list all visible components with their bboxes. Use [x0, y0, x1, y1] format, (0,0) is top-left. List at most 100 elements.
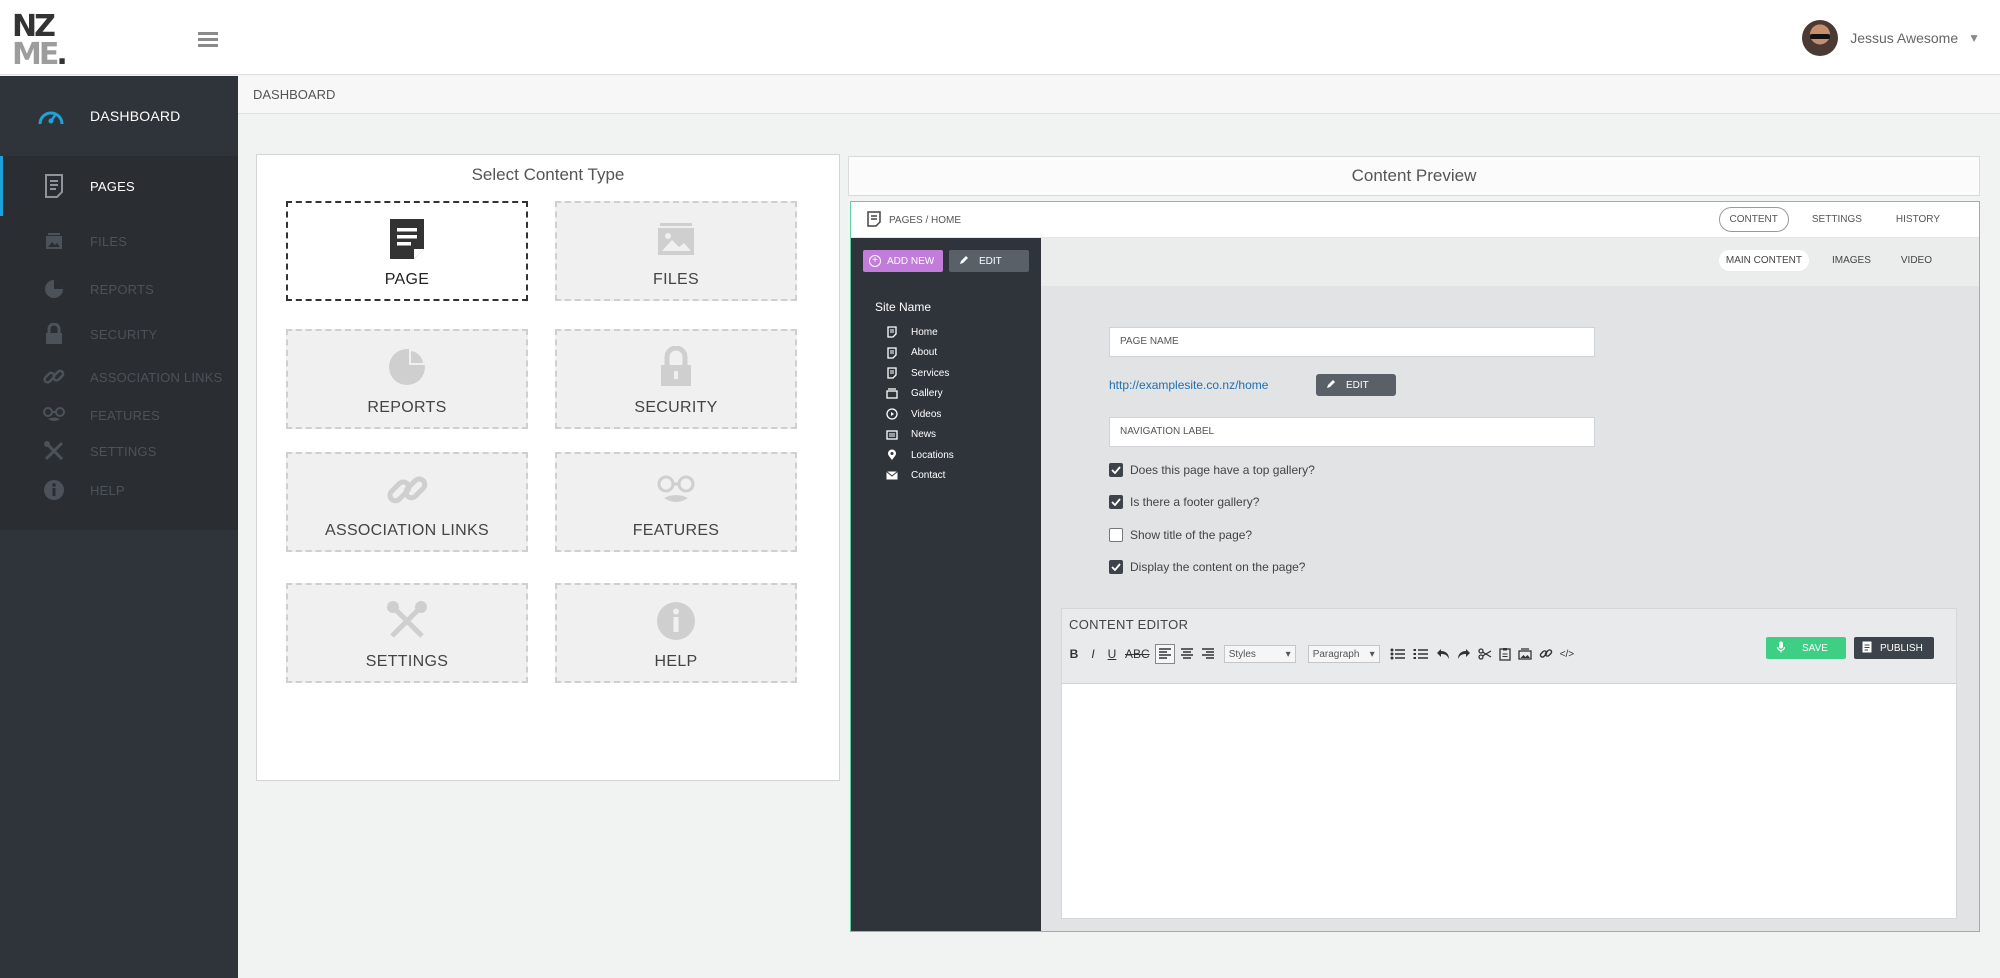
site-item-locations[interactable]: Locations	[885, 445, 954, 466]
page-name-field[interactable]: PAGE NAME	[1109, 327, 1595, 357]
image-gallery-icon	[885, 387, 899, 401]
preview-top-bar: PAGES / HOME CONTENT SETTINGS HISTORY	[851, 202, 1979, 238]
page-url-link[interactable]: http://examplesite.co.nz/home	[1109, 378, 1268, 392]
sidebar-item-reports[interactable]: REPORTS	[0, 266, 238, 312]
breadcrumb-label[interactable]: DASHBOARD	[253, 87, 335, 102]
sidebar-item-dashboard[interactable]: DASHBOARD	[0, 76, 238, 156]
tile-features[interactable]: FEATURES	[555, 452, 797, 552]
edit-site-button[interactable]: EDIT	[949, 250, 1029, 272]
site-item-services[interactable]: Services	[885, 363, 954, 384]
redo-icon[interactable]	[1455, 644, 1473, 664]
site-item-label: News	[911, 429, 937, 441]
align-right-icon[interactable]	[1199, 644, 1217, 664]
insert-image-icon[interactable]	[1516, 644, 1534, 664]
check-display-content[interactable]: Display the content on the page?	[1109, 560, 1305, 574]
sidebar-item-pages[interactable]: PAGES	[0, 156, 238, 216]
sidebar-item-label: SECURITY	[90, 326, 158, 342]
sidebar-item-security[interactable]: SECURITY	[0, 312, 238, 356]
pie-chart-icon	[385, 345, 429, 389]
paragraph-select[interactable]: Paragraph ▾	[1307, 645, 1380, 663]
tile-files[interactable]: FILES	[555, 201, 797, 301]
editor-text-area[interactable]	[1062, 683, 1956, 918]
sidebar-item-features[interactable]: FEATURES	[0, 398, 238, 432]
nzme-logo[interactable]: NZ ME.	[12, 12, 72, 70]
strikethrough-button[interactable]: ABC	[1123, 644, 1152, 664]
content-preview: PAGES / HOME CONTENT SETTINGS HISTORY + …	[850, 201, 1980, 932]
site-item-videos[interactable]: Videos	[885, 404, 954, 425]
user-menu[interactable]: Jessus Awesome ▼	[1802, 20, 1980, 56]
tile-settings[interactable]: SETTINGS	[286, 583, 528, 683]
tile-association-links[interactable]: ASSOCIATION LINKS	[286, 452, 528, 552]
link-icon	[385, 468, 429, 512]
tab-history[interactable]: HISTORY	[1885, 207, 1951, 232]
tile-help[interactable]: HELP	[555, 583, 797, 683]
undo-icon[interactable]	[1434, 644, 1452, 664]
source-code-icon[interactable]: </>	[1558, 644, 1576, 664]
content-subtabs-bar: MAIN CONTENT IMAGES VIDEO	[1041, 238, 1979, 286]
tab-content[interactable]: CONTENT	[1718, 207, 1789, 232]
site-item-home[interactable]: Home	[885, 322, 954, 343]
site-tree-sidebar: + ADD NEW EDIT Site Name Home About Serv…	[851, 238, 1041, 931]
page-icon	[385, 217, 429, 261]
site-item-contact[interactable]: Contact	[885, 466, 954, 487]
save-button[interactable]: SAVE	[1766, 637, 1846, 659]
subtab-images[interactable]: IMAGES	[1825, 250, 1878, 271]
align-center-icon[interactable]	[1178, 644, 1196, 664]
chevron-down-icon: ▾	[1285, 648, 1291, 660]
chevron-down-icon[interactable]: ▼	[1968, 31, 1980, 45]
image-gallery-icon	[42, 229, 66, 253]
align-left-icon[interactable]	[1154, 644, 1175, 664]
tile-label: ASSOCIATION LINKS	[325, 522, 489, 539]
subtab-video[interactable]: VIDEO	[1894, 250, 1939, 271]
sidebar-item-label: PAGES	[90, 178, 135, 194]
sidebar-item-association-links[interactable]: ASSOCIATION LINKS	[0, 356, 238, 398]
insert-link-icon[interactable]	[1537, 644, 1555, 664]
tile-page[interactable]: PAGE	[286, 201, 528, 301]
site-item-gallery[interactable]: Gallery	[885, 384, 954, 405]
tile-reports[interactable]: REPORTS	[286, 329, 528, 429]
publish-button[interactable]: PUBLISH	[1854, 637, 1934, 659]
content-subtabs: MAIN CONTENT IMAGES VIDEO	[1703, 250, 1939, 271]
checkbox-checked[interactable]	[1109, 463, 1123, 477]
user-name: Jessus Awesome	[1850, 30, 1959, 46]
add-new-button[interactable]: + ADD NEW	[863, 250, 943, 272]
sidebar-item-label: ASSOCIATION LINKS	[90, 369, 223, 385]
dashboard-gauge-icon	[36, 101, 66, 131]
numbered-list-icon[interactable]	[1411, 644, 1431, 664]
preview-breadcrumb-text[interactable]: PAGES / HOME	[889, 215, 961, 226]
tile-label: FEATURES	[632, 522, 720, 539]
sidebar-item-help[interactable]: HELP	[0, 470, 238, 510]
italic-button[interactable]: I	[1085, 644, 1101, 664]
tab-settings[interactable]: SETTINGS	[1801, 207, 1873, 232]
edit-url-label: EDIT	[1346, 379, 1369, 391]
logo-text-me: ME	[12, 37, 59, 72]
site-name: Site Name	[875, 300, 932, 314]
bullet-list-icon[interactable]	[1388, 644, 1408, 664]
glasses-mustache-icon	[654, 468, 698, 512]
check-label: Does this page have a top gallery?	[1130, 463, 1315, 477]
underline-button[interactable]: U	[1104, 644, 1120, 664]
styles-select[interactable]: Styles ▾	[1223, 645, 1296, 663]
cut-icon[interactable]	[1476, 644, 1494, 664]
checkbox-checked[interactable]	[1109, 560, 1123, 574]
site-item-news[interactable]: News	[885, 425, 954, 446]
navigation-label-field[interactable]: NAVIGATION LABEL	[1109, 417, 1595, 447]
bold-button[interactable]: B	[1066, 644, 1082, 664]
paste-icon[interactable]	[1497, 644, 1513, 664]
site-item-about[interactable]: About	[885, 343, 954, 364]
microphone-icon	[1776, 641, 1786, 656]
check-show-title[interactable]: Show title of the page?	[1109, 528, 1252, 542]
checkbox-checked[interactable]	[1109, 495, 1123, 509]
checkbox-unchecked[interactable]	[1109, 528, 1123, 542]
menu-toggle-icon[interactable]	[198, 32, 218, 48]
site-item-label: Gallery	[911, 388, 943, 400]
top-header: NZ ME. Jessus Awesome ▼	[0, 0, 2000, 75]
check-top-gallery[interactable]: Does this page have a top gallery?	[1109, 463, 1315, 477]
edit-url-button[interactable]: EDIT	[1316, 374, 1396, 396]
check-footer-gallery[interactable]: Is there a footer gallery?	[1109, 495, 1259, 509]
sidebar-item-files[interactable]: FILES	[0, 216, 238, 266]
subtab-main-content[interactable]: MAIN CONTENT	[1718, 250, 1809, 271]
tile-security[interactable]: SECURITY	[555, 329, 797, 429]
sidebar-item-settings[interactable]: SETTINGS	[0, 432, 238, 470]
tools-icon	[42, 439, 66, 463]
